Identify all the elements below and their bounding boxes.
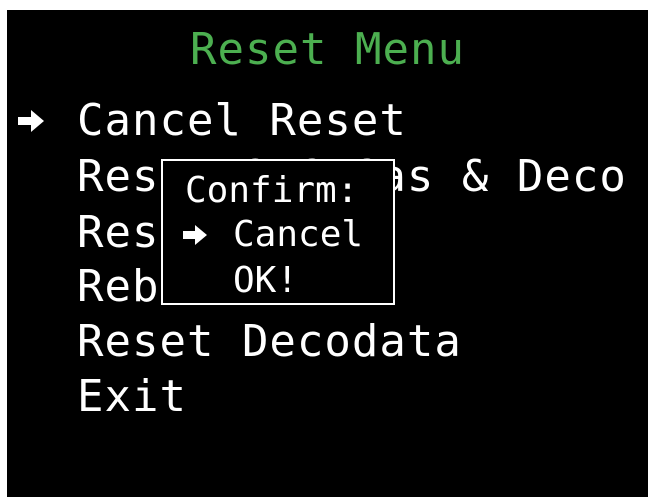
menu-title: Reset Menu [190,24,465,75]
menu-item-exit[interactable]: Exit [77,370,187,424]
dialog-title: Confirm: [185,170,359,211]
device-screen: Reset Menu Cancel Reset Reset OEG Gas & … [7,10,648,497]
confirm-dialog: Confirm: Cancel OK! [161,159,395,305]
menu-item-cancel-reset[interactable]: Cancel Reset [77,94,407,148]
arrow-right-icon [183,225,207,245]
dialog-option-ok[interactable]: OK! [233,259,298,303]
arrow-right-icon [18,110,44,132]
menu-item-reset-decodata[interactable]: Reset Decodata [77,315,462,369]
dialog-option-cancel[interactable]: Cancel [233,213,363,257]
